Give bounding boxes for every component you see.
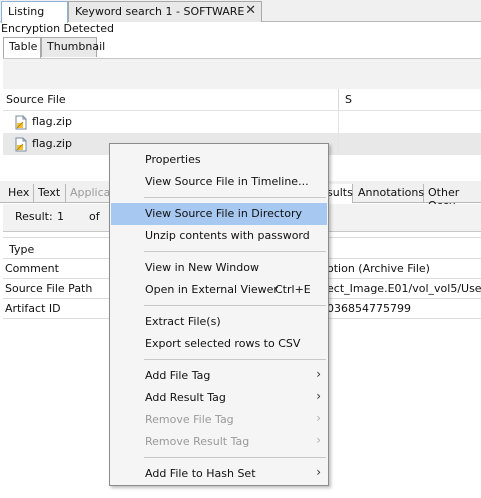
menu-item-label: Open in External Viewer — [145, 283, 278, 296]
detail-value: otion (Archive File) — [327, 262, 430, 275]
menu-item-shortcut: Ctrl+E — [275, 283, 311, 296]
detail-key: Artifact ID — [5, 302, 61, 315]
tab-label: Thumbnail — [47, 40, 106, 53]
detail-value: 036854775799 — [327, 302, 411, 315]
tab-label: Listing — [8, 5, 45, 18]
menu-item-label: Properties — [145, 153, 201, 166]
table-row[interactable]: flag.zip — [3, 111, 481, 133]
result-index: 1 — [57, 210, 64, 223]
menu-separator — [144, 305, 326, 306]
tab-label: Keyword search 1 - SOFTWARE — [75, 5, 245, 18]
submenu-arrow-icon: › — [316, 411, 321, 425]
detail-key: Comment — [5, 262, 59, 275]
menu-item-remove-result-tag[interactable]: Remove Result Tag › — [111, 431, 327, 453]
menu-separator — [144, 197, 326, 198]
submenu-arrow-icon: › — [316, 465, 321, 479]
submenu-arrow-icon: › — [316, 433, 321, 447]
menu-item-label: Remove File Tag — [145, 413, 234, 426]
zip-file-icon — [15, 115, 27, 130]
tab-label: Applicat — [70, 186, 115, 199]
menu-item-add-file-tag[interactable]: Add File Tag › — [111, 365, 327, 387]
column-header-s[interactable]: S — [339, 89, 481, 111]
context-menu: Properties View Source File in Timeline.… — [109, 143, 329, 486]
menu-separator — [144, 457, 326, 458]
close-icon[interactable]: ✕ — [245, 3, 256, 18]
tab-label: Table — [9, 40, 38, 53]
menu-item-add-result-tag[interactable]: Add Result Tag › — [111, 387, 327, 409]
menu-item-label: Add File to Hash Set — [145, 467, 256, 480]
encryption-detected-label: Encryption Detected — [1, 22, 114, 35]
menu-item-label: Extract File(s) — [145, 315, 221, 328]
detail-value: ect_Image.E01/vol_vol5/Users/E — [327, 282, 481, 295]
tab-application[interactable]: Applicat — [66, 184, 115, 203]
tab-listing[interactable]: Listing — [1, 1, 68, 23]
tab-hex[interactable]: Hex — [4, 184, 34, 203]
tab-annotations[interactable]: Annotations — [354, 184, 424, 203]
result-label: Result: — [15, 210, 53, 223]
menu-item-label: View Source File in Timeline... — [145, 175, 309, 188]
menu-item-open-external-viewer[interactable]: Open in External Viewer Ctrl+E — [111, 279, 327, 301]
menu-item-view-in-new-window[interactable]: View in New Window — [111, 257, 327, 279]
menu-item-view-in-timeline[interactable]: View Source File in Timeline... — [111, 171, 327, 193]
menu-item-add-to-hash-set[interactable]: Add File to Hash Set › — [111, 463, 327, 485]
tab-keyword-search[interactable]: Keyword search 1 - SOFTWARE ✕ — [68, 1, 262, 22]
tab-other-occurrences[interactable]: Other Occu — [424, 184, 481, 212]
main-tab-strip: Listing Keyword search 1 - SOFTWARE ✕ — [0, 0, 481, 23]
menu-item-unzip-with-password[interactable]: Unzip contents with password — [111, 225, 327, 247]
menu-separator — [144, 359, 326, 360]
tab-thumbnail[interactable]: Thumbnail — [41, 37, 105, 57]
result-of-label: of — [89, 210, 100, 223]
menu-item-extract-files[interactable]: Extract File(s) — [111, 311, 327, 333]
menu-item-label: Remove Result Tag — [145, 435, 250, 448]
menu-item-label: Add File Tag — [145, 369, 211, 382]
submenu-arrow-icon: › — [316, 367, 321, 381]
menu-item-properties[interactable]: Properties — [111, 149, 327, 171]
menu-item-export-csv[interactable]: Export selected rows to CSV — [111, 333, 327, 355]
file-name: flag.zip — [32, 115, 72, 128]
menu-item-label: Export selected rows to CSV — [145, 337, 301, 350]
tab-label: Annotations — [358, 186, 425, 199]
column-header-label: S — [345, 93, 352, 106]
column-header-source-file[interactable]: Source File — [3, 89, 339, 111]
menu-item-remove-file-tag[interactable]: Remove File Tag › — [111, 409, 327, 431]
tab-label: sults — [327, 186, 353, 199]
menu-item-label: View Source File in Directory — [145, 207, 303, 220]
tab-label: Text — [38, 186, 61, 199]
zip-file-icon — [15, 137, 27, 152]
menu-item-label: Add Result Tag — [145, 391, 226, 404]
detail-key: Source File Path — [5, 282, 93, 295]
tab-text[interactable]: Text — [34, 184, 66, 203]
menu-item-view-in-directory[interactable]: View Source File in Directory — [111, 203, 327, 225]
file-name: flag.zip — [32, 137, 72, 150]
menu-separator — [144, 251, 326, 252]
tab-label: Hex — [8, 186, 30, 199]
file-name-cell: flag.zip — [32, 111, 339, 133]
tab-table[interactable]: Table — [3, 37, 41, 58]
detail-key: Type — [9, 243, 35, 256]
results-toolbar — [3, 58, 481, 90]
column-header-label: Source File — [6, 93, 66, 106]
menu-item-label: Unzip contents with password — [145, 229, 310, 242]
submenu-arrow-icon: › — [316, 389, 321, 403]
menu-item-label: View in New Window — [145, 261, 259, 274]
